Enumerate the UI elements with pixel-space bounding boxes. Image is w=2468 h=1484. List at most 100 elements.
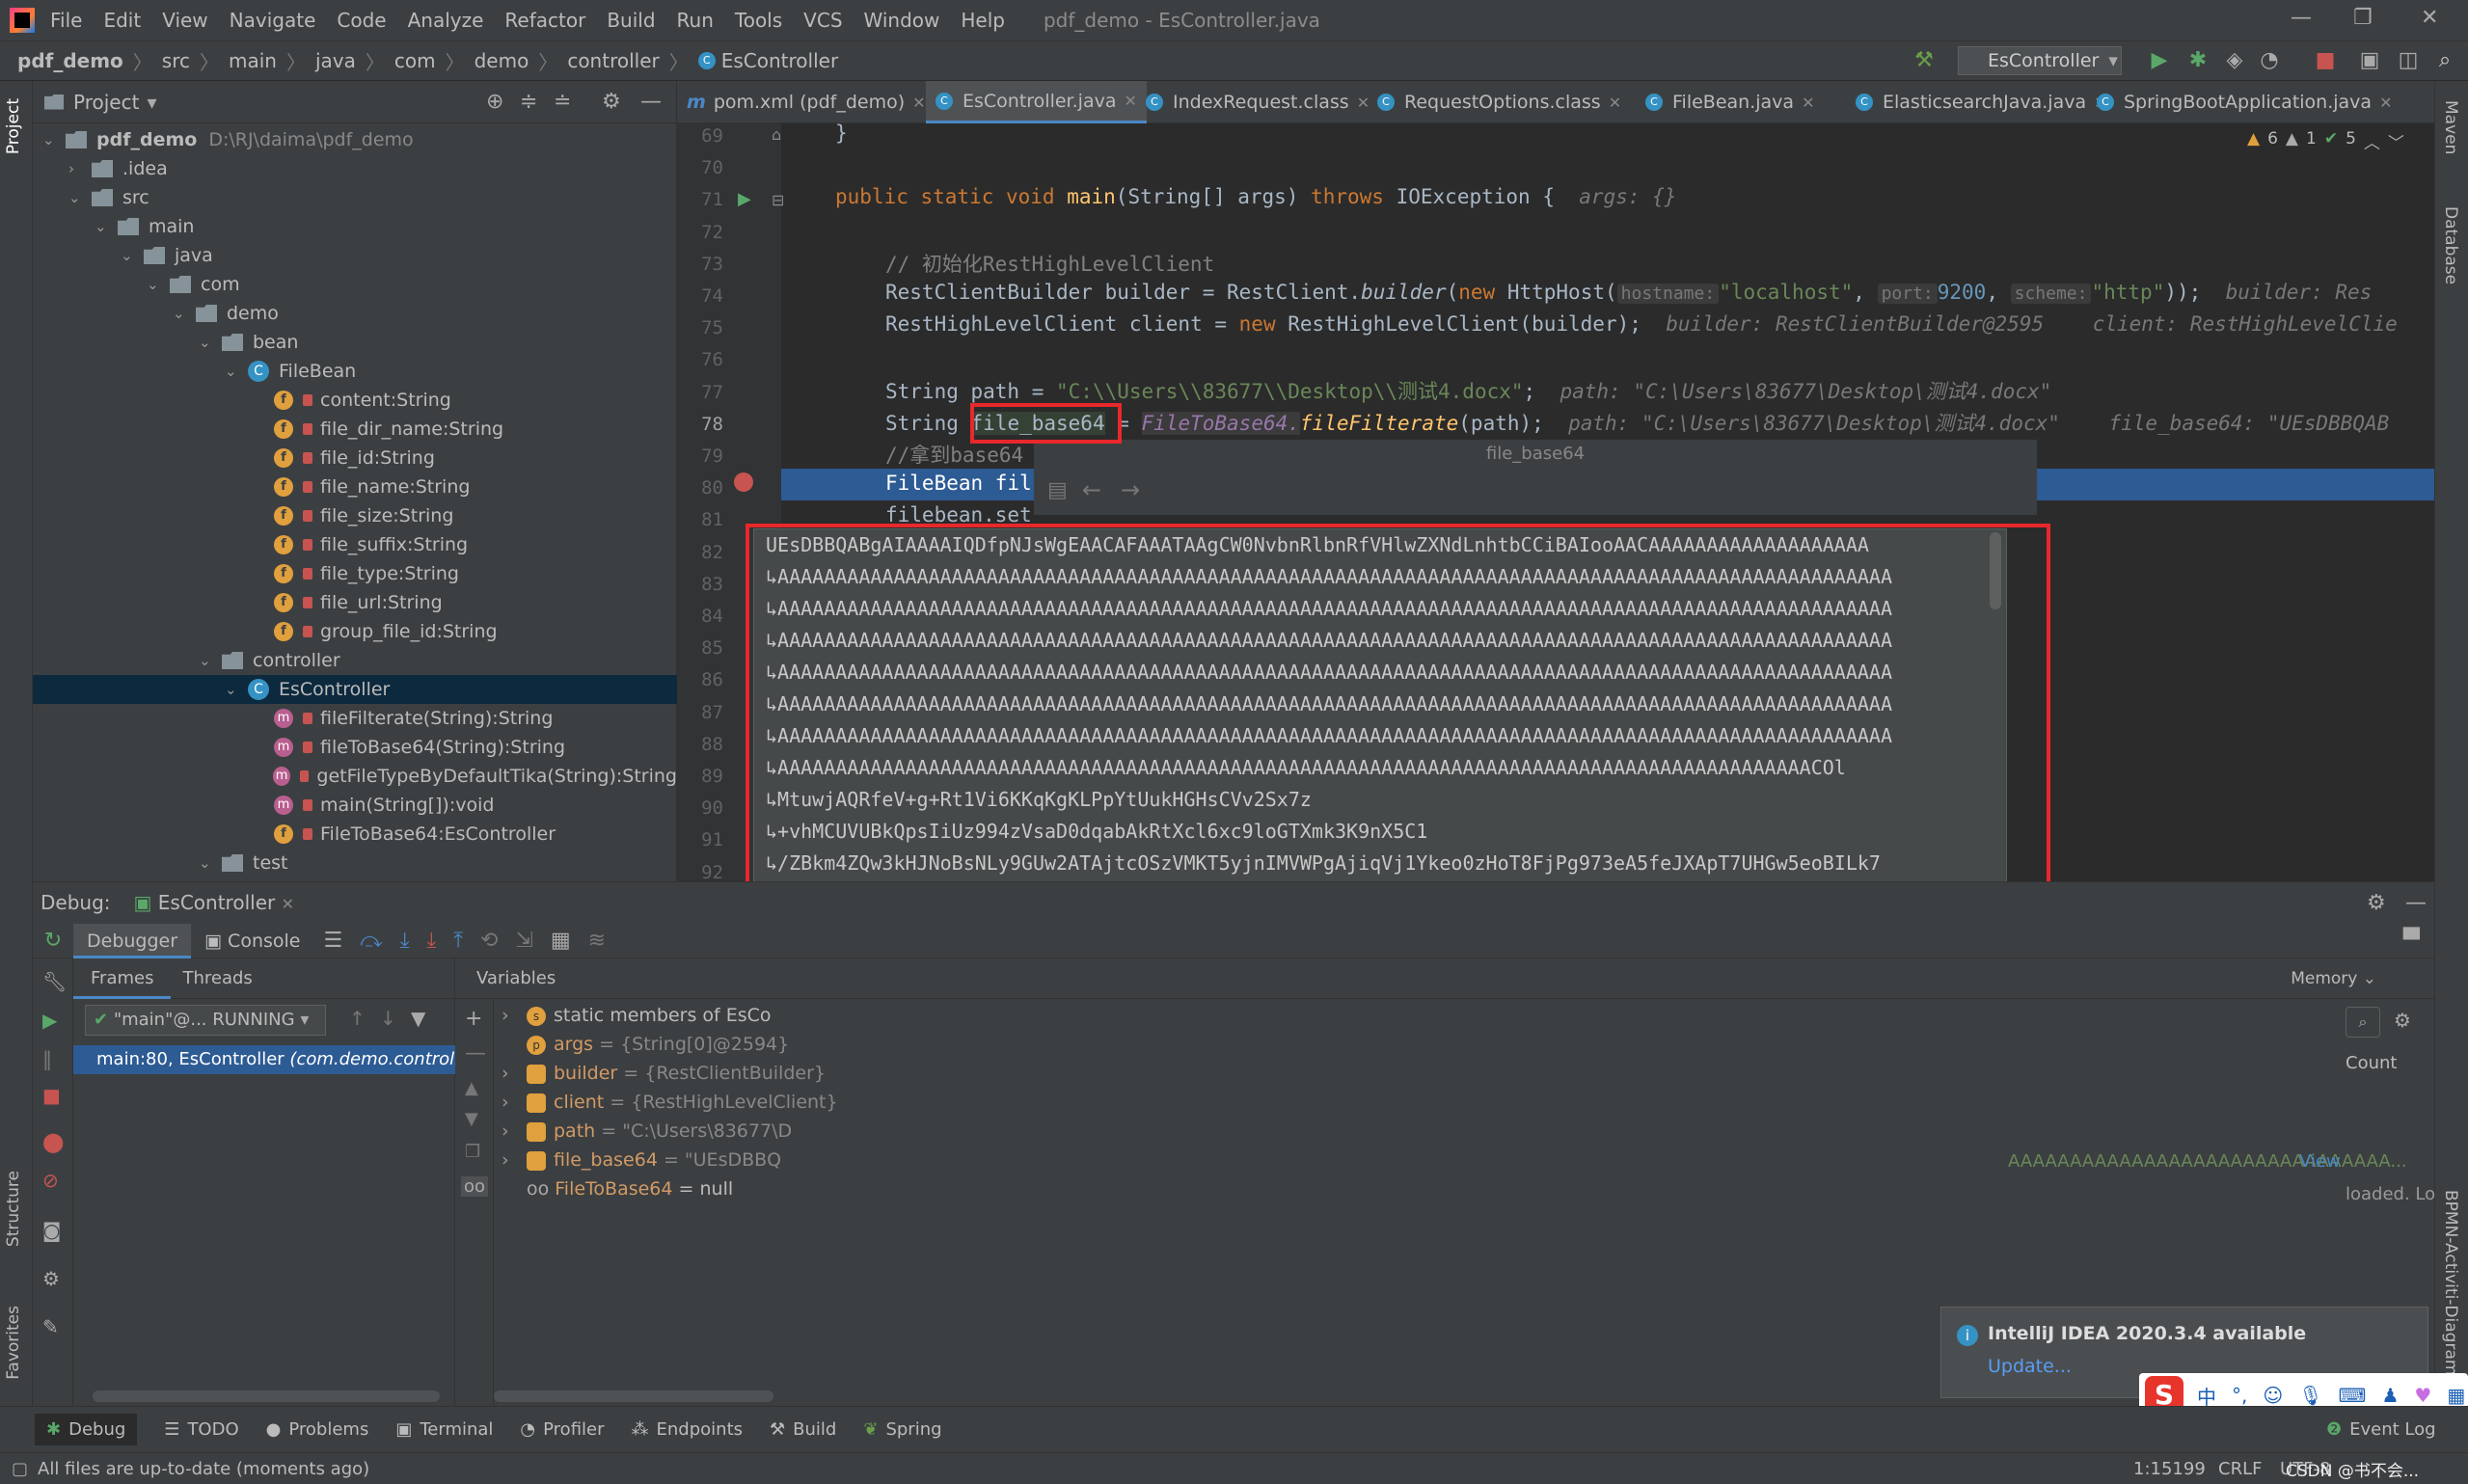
debug-session-tab[interactable]: ▣ EsController ✕ <box>134 891 294 914</box>
menu-navigate[interactable]: Navigate <box>230 9 316 32</box>
structure-side-tab[interactable]: Structure <box>4 1171 23 1247</box>
close-icon[interactable]: ✕ <box>2379 94 2392 112</box>
tree-node[interactable]: m getFileTypeByDefaultTika(String):String <box>33 762 677 791</box>
chevron-down-icon[interactable]: ⌄ <box>199 854 212 872</box>
close-icon[interactable]: ✕ <box>282 895 294 913</box>
locate-icon[interactable]: ⊕ <box>486 90 503 114</box>
back-arrow-icon[interactable]: ← <box>1082 476 1101 503</box>
database-side-tab[interactable]: Database <box>2441 206 2460 284</box>
microphone-icon[interactable]: 🎙︎ <box>2298 1384 2322 1407</box>
tree-node[interactable]: f group_file_id:String <box>33 617 677 646</box>
variable-row[interactable]: › path = "C:\Users\83677\D <box>502 1117 792 1146</box>
pause-icon[interactable]: ‖ <box>42 1047 52 1070</box>
breadcrumb-item[interactable]: EsController <box>721 49 838 72</box>
variable-row[interactable]: › client = {RestHighLevelClient} <box>502 1088 838 1117</box>
menu-analyze[interactable]: Analyze <box>408 9 484 32</box>
keyboard-icon[interactable]: ⌨ <box>2339 1384 2367 1407</box>
menu-file[interactable]: File <box>50 9 82 32</box>
run-icon[interactable]: ▶ <box>2147 48 2172 73</box>
menu-code[interactable]: Code <box>337 9 386 32</box>
menu-view[interactable]: View <box>162 9 207 32</box>
close-icon[interactable]: ✕ <box>1609 94 1621 112</box>
tool-terminal[interactable]: ▣ Terminal <box>395 1419 493 1440</box>
drop-frame-icon[interactable]: ⟲ <box>480 929 498 953</box>
editor-tab[interactable]: CElasticsearchJava.java✕ <box>1846 81 2117 123</box>
editor-tab[interactable]: C RequestOptions.class ✕ <box>1368 81 1631 123</box>
force-step-into-icon[interactable]: ⤓ <box>426 929 436 953</box>
chevron-down-icon[interactable]: ⌄ <box>68 189 82 206</box>
close-icon[interactable]: ✕ <box>912 94 925 112</box>
menu-vcs[interactable]: VCS <box>803 9 842 32</box>
variable-row[interactable]: p args = {String[0]@2594} <box>502 1030 789 1059</box>
chevron-down-icon[interactable]: ⌄ <box>42 131 56 148</box>
close-icon[interactable]: ✕ <box>1124 92 1136 110</box>
forward-arrow-icon[interactable]: → <box>1121 476 1140 503</box>
breadcrumb-item[interactable]: java <box>315 49 356 72</box>
chevron-right-icon[interactable]: › <box>502 1088 527 1117</box>
tab-threads[interactable]: Threads <box>171 968 263 988</box>
chevron-down-icon[interactable]: ⌄ <box>225 681 238 698</box>
menu-window[interactable]: Window <box>864 9 940 32</box>
variable-row[interactable]: › file_base64 = "UEsDBBQ <box>502 1146 781 1174</box>
step-over-icon[interactable]: ⤼ <box>360 929 383 953</box>
editor-tab[interactable]: C IndexRequest.class ✕ <box>1136 81 1379 123</box>
tree-node[interactable]: ⌄ com <box>33 270 677 299</box>
fold-icon[interactable]: ⊟ <box>772 191 784 209</box>
fold-icon[interactable]: ⌂ <box>772 125 781 144</box>
tool-build[interactable]: ⚒ Build <box>770 1419 836 1440</box>
chevron-right-icon[interactable]: › <box>502 1117 527 1146</box>
tab-debugger[interactable]: Debugger <box>73 923 192 958</box>
breakpoint-icon[interactable] <box>734 472 753 492</box>
punctuation-icon[interactable]: °, <box>2232 1384 2247 1407</box>
tree-node[interactable]: ⌄ src <box>33 183 677 212</box>
tool-event-log[interactable]: ❷ Event Log <box>2326 1419 2436 1440</box>
rerun-icon[interactable]: ↻ <box>33 929 73 953</box>
chevron-down-icon[interactable]: ⌄ <box>199 334 212 351</box>
arrow-down-icon[interactable]: ↓ <box>380 1007 396 1030</box>
tree-node[interactable]: ⌄ demo <box>33 299 677 328</box>
tree-node[interactable]: ⌄ pdf_demo D:\RJ\daima\pdf_demo <box>33 125 677 154</box>
profile-icon[interactable]: ◔ <box>2257 48 2282 73</box>
minimize-icon[interactable]: — <box>2291 6 2312 30</box>
emoji-icon[interactable]: ☺ <box>2263 1384 2283 1407</box>
tool-todo[interactable]: ☰ TODO <box>164 1419 238 1440</box>
tree-node[interactable]: m fileFilterate(String):String <box>33 704 677 733</box>
stop-icon[interactable]: ■ <box>2313 48 2338 73</box>
editor-tab[interactable]: m pom.xml (pdf_demo) ✕ <box>677 81 936 123</box>
tree-node[interactable]: m main(String[]):void <box>33 791 677 820</box>
user-icon[interactable]: ♟ <box>2381 1384 2399 1407</box>
filter-icon[interactable]: ▼ <box>411 1007 425 1030</box>
tree-node[interactable]: f file_name:String <box>33 472 677 501</box>
tree-node[interactable]: › .idea <box>33 154 677 183</box>
breadcrumb-item[interactable]: com <box>394 49 436 72</box>
tool-debug[interactable]: ✱ Debug <box>35 1414 138 1445</box>
breadcrumb-item[interactable]: controller <box>567 49 659 72</box>
tree-node[interactable]: ⌄ java <box>33 241 677 270</box>
project-structure-icon[interactable]: ▣ <box>2357 48 2382 73</box>
add-watch-icon[interactable]: + <box>465 1007 482 1031</box>
tree-node[interactable]: f content:String <box>33 386 677 415</box>
hide-icon[interactable]: — <box>640 90 662 114</box>
copy-icon[interactable]: ❐ <box>465 1142 480 1162</box>
project-side-tab[interactable]: Project <box>4 98 23 154</box>
gear-icon[interactable]: ⚙ <box>602 90 621 114</box>
view-link[interactable]: View <box>2299 1151 2341 1172</box>
resume-icon[interactable]: ▶ <box>42 1009 57 1032</box>
tree-node[interactable]: f file_type:String <box>33 559 677 588</box>
stop-icon[interactable]: ■ <box>42 1084 61 1107</box>
tree-node[interactable]: ⌄ C EsController <box>33 675 677 704</box>
chevron-right-icon[interactable]: › <box>68 160 82 177</box>
gear-icon[interactable]: ⚙ <box>42 1267 60 1290</box>
chevron-down-icon[interactable]: ⌄ <box>225 363 238 380</box>
chevron-down-icon[interactable]: ⌄ <box>199 652 212 669</box>
run-to-cursor-icon[interactable]: ⇲ <box>515 929 532 953</box>
variable-row[interactable]: oo FileToBase64 = null <box>502 1174 733 1203</box>
step-into-icon[interactable]: ⤓ <box>400 929 410 953</box>
thread-select[interactable]: ✔ "main"@... RUNNING ▾ <box>85 1005 326 1036</box>
tree-node[interactable]: ⌄ controller <box>33 646 677 675</box>
collapse-all-icon[interactable]: ≐ <box>554 90 571 114</box>
chevron-down-icon[interactable]: ⌄ <box>121 247 134 264</box>
close-window-icon[interactable]: ✕ <box>2421 6 2438 30</box>
inspection-widget[interactable]: ▲ 6 ▲ 1 ✔ 5 ︿ ﹀ <box>2247 129 2404 153</box>
pin-icon[interactable]: ▤ <box>1047 478 1068 502</box>
